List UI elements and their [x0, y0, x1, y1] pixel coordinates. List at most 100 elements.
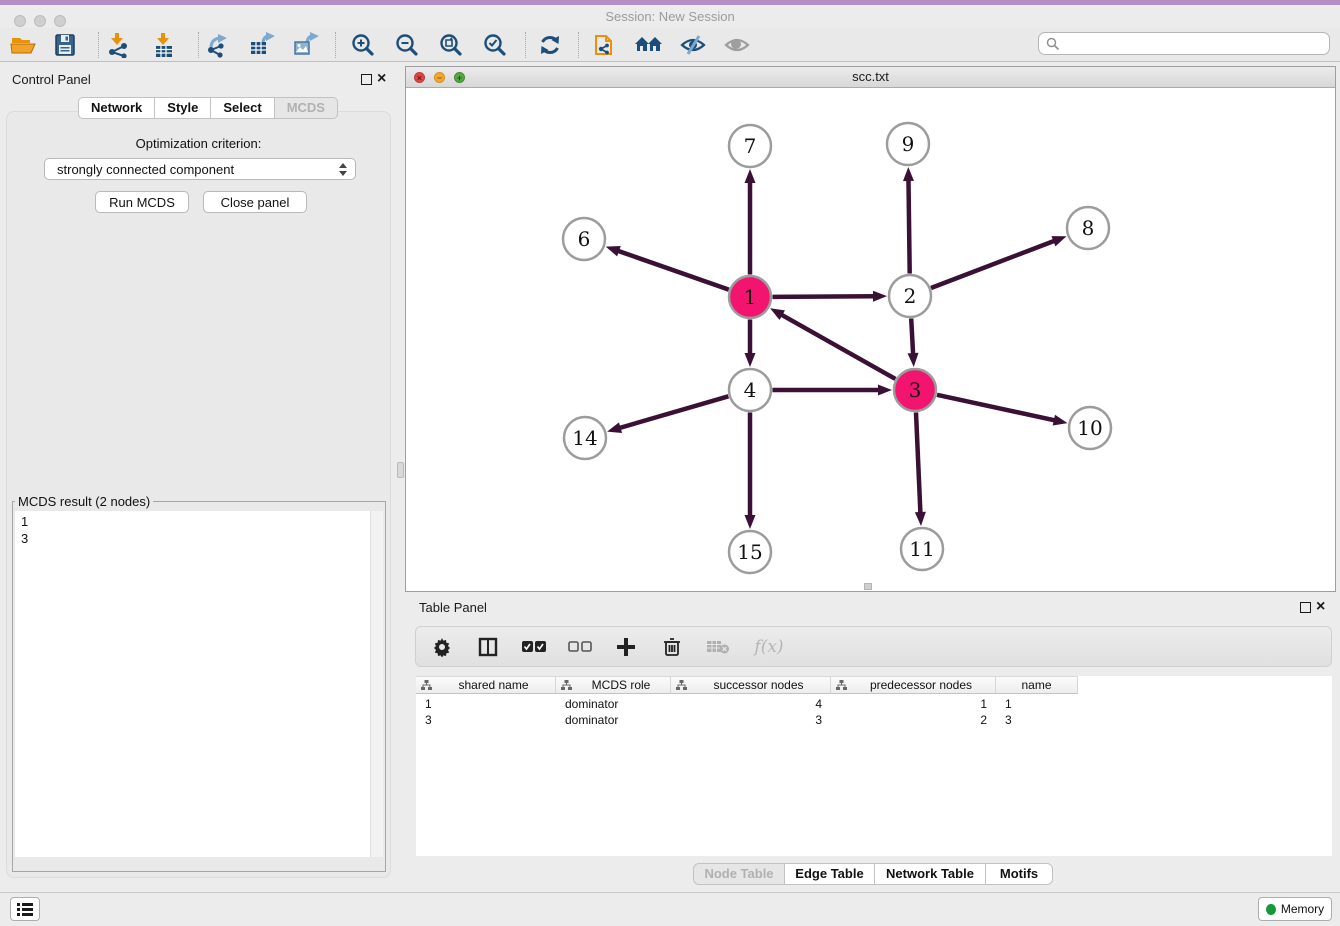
- criterion-select[interactable]: strongly connected component: [44, 158, 356, 180]
- cell-predecessor-nodes[interactable]: 2: [831, 713, 996, 727]
- network-resize-handle[interactable]: [864, 583, 872, 590]
- column-header-MCDS-role[interactable]: MCDS role: [556, 676, 671, 694]
- table-settings-icon[interactable]: [430, 635, 454, 659]
- table-row[interactable]: 1dominator411: [416, 696, 1332, 712]
- window-traffic-lights[interactable]: [14, 15, 66, 27]
- minimize-window-button[interactable]: [34, 15, 46, 27]
- table-panel-float-icon[interactable]: [1300, 602, 1311, 613]
- edge-arrow-3-1: [770, 308, 785, 320]
- zoom-fit-icon[interactable]: [436, 31, 466, 59]
- hierarchy-sort-icon: [676, 680, 687, 691]
- apply-function-icon[interactable]: f(x): [752, 635, 786, 659]
- apply-layout-icon[interactable]: [535, 31, 565, 59]
- cell-MCDS-role[interactable]: dominator: [556, 697, 671, 711]
- node-label-10: 10: [1077, 416, 1102, 440]
- zoom-in-icon[interactable]: [348, 31, 378, 59]
- delete-table-icon[interactable]: [706, 635, 730, 659]
- column-header-successor-nodes[interactable]: successor nodes: [671, 676, 831, 694]
- column-header-predecessor-nodes[interactable]: predecessor nodes: [831, 676, 996, 694]
- zoom-window-button[interactable]: [54, 15, 66, 27]
- deselect-all-icon[interactable]: [568, 635, 592, 659]
- edge-arrow-1-7: [745, 169, 756, 183]
- search-input[interactable]: [1038, 32, 1330, 55]
- column-visibility-icon[interactable]: [476, 635, 500, 659]
- edge-4-14[interactable]: [619, 396, 729, 428]
- control-panel-float-icon[interactable]: [361, 74, 372, 85]
- edge-2-8[interactable]: [931, 240, 1055, 287]
- tab-motifs[interactable]: Motifs: [985, 863, 1053, 885]
- network-window-traffic-lights[interactable]: × − +: [414, 72, 465, 83]
- edge-3-1[interactable]: [780, 314, 895, 379]
- edge-3-10[interactable]: [937, 395, 1056, 421]
- run-mcds-button[interactable]: Run MCDS: [95, 191, 189, 213]
- table-body: 1dominator4113dominator323: [416, 696, 1332, 728]
- column-header-name[interactable]: name: [996, 676, 1078, 694]
- node-label-4: 4: [744, 378, 757, 402]
- zoom-selected-icon[interactable]: [480, 31, 510, 59]
- cell-shared-name[interactable]: 3: [416, 713, 556, 727]
- table-panel-tabs: Node Table Edge Table Network Table Moti…: [693, 863, 1053, 885]
- toolbar-separator: [198, 32, 199, 58]
- zoom-out-icon[interactable]: [392, 31, 422, 59]
- tab-style[interactable]: Style: [154, 97, 211, 119]
- cell-MCDS-role[interactable]: dominator: [556, 713, 671, 727]
- edge-1-6[interactable]: [617, 251, 729, 290]
- network-canvas[interactable]: 7968124314101511: [406, 88, 1335, 591]
- select-all-icon[interactable]: [522, 635, 546, 659]
- tab-edge-table[interactable]: Edge Table: [784, 863, 875, 885]
- mcds-result-title: MCDS result (2 nodes): [15, 494, 153, 509]
- close-window-button[interactable]: [14, 15, 26, 27]
- export-table-icon[interactable]: [248, 31, 278, 59]
- delete-row-icon[interactable]: [660, 635, 684, 659]
- table-row[interactable]: 3dominator323: [416, 712, 1332, 728]
- network-minimize-button[interactable]: −: [434, 72, 445, 83]
- open-network-document-icon[interactable]: [590, 31, 620, 59]
- hide-graphics-details-icon[interactable]: [678, 31, 708, 59]
- edge-2-3[interactable]: [911, 318, 913, 355]
- control-panel-close-icon[interactable]: ×: [377, 73, 386, 85]
- network-close-button[interactable]: ×: [414, 72, 425, 83]
- edge-3-11[interactable]: [916, 412, 920, 514]
- export-image-icon[interactable]: [292, 31, 322, 59]
- column-header-label: MCDS role: [572, 678, 670, 692]
- network-zoom-button[interactable]: +: [454, 72, 465, 83]
- result-scrollbar[interactable]: [370, 511, 383, 857]
- close-panel-button[interactable]: Close panel: [203, 191, 307, 213]
- add-row-icon[interactable]: [614, 635, 638, 659]
- edge-2-9[interactable]: [908, 179, 909, 274]
- cell-successor-nodes[interactable]: 3: [671, 713, 831, 727]
- memory-status-icon: [1266, 904, 1276, 915]
- memory-button[interactable]: Memory: [1258, 897, 1332, 921]
- task-history-button[interactable]: [10, 897, 40, 921]
- cell-successor-nodes[interactable]: 4: [671, 697, 831, 711]
- column-header-shared-name[interactable]: shared name: [416, 676, 556, 694]
- cell-name[interactable]: 1: [996, 697, 1078, 711]
- show-graphics-details-icon[interactable]: [722, 31, 752, 59]
- tab-mcds[interactable]: MCDS: [274, 97, 338, 119]
- panel-splitter-handle[interactable]: [397, 462, 404, 478]
- mcds-result-textarea[interactable]: 1 3: [15, 511, 383, 857]
- tab-node-table[interactable]: Node Table: [693, 863, 785, 885]
- edge-1-2[interactable]: [772, 296, 875, 297]
- cell-shared-name[interactable]: 1: [416, 697, 556, 711]
- tab-network-table[interactable]: Network Table: [874, 863, 986, 885]
- memory-button-label: Memory: [1281, 902, 1324, 916]
- main-titlebar[interactable]: Session: New Session: [0, 5, 1340, 28]
- table-panel-close-icon[interactable]: ×: [1316, 601, 1325, 613]
- cell-predecessor-nodes[interactable]: 1: [831, 697, 996, 711]
- tab-select[interactable]: Select: [210, 97, 274, 119]
- cell-name[interactable]: 3: [996, 713, 1078, 727]
- import-table-icon[interactable]: [150, 31, 180, 59]
- mcds-result-values: 1 3: [21, 513, 28, 547]
- node-table[interactable]: shared name MCDS rolesuccessor nodesprede…: [416, 676, 1332, 856]
- open-session-icon[interactable]: [8, 31, 38, 59]
- export-network-icon[interactable]: [204, 31, 234, 59]
- tab-network[interactable]: Network: [78, 97, 155, 119]
- edge-arrow-3-10: [1053, 415, 1068, 426]
- home-view-icon[interactable]: [634, 31, 664, 59]
- save-session-icon[interactable]: [50, 31, 80, 59]
- network-window-titlebar[interactable]: × − + scc.txt: [406, 67, 1335, 88]
- mcds-result-group: MCDS result (2 nodes) 1 3: [12, 494, 386, 872]
- column-header-label: name: [996, 678, 1077, 692]
- import-network-icon[interactable]: [104, 31, 134, 59]
